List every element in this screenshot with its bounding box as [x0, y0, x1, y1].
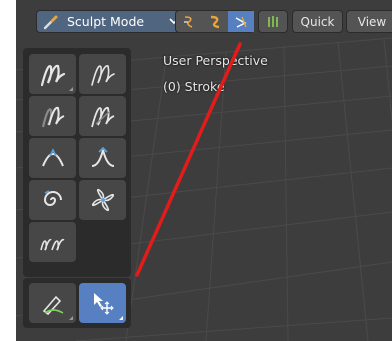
- smooth-stroke-icon: [41, 106, 64, 128]
- stroke-curve-icon: [184, 15, 193, 28]
- tool-crease[interactable]: [79, 96, 126, 136]
- pinch-icon: [41, 148, 64, 167]
- mode-label: Sculpt Mode: [67, 14, 145, 29]
- tool-draw-brush[interactable]: [29, 54, 76, 94]
- annotate-icon: [42, 295, 63, 316]
- stroke-mode-button-1[interactable]: [176, 11, 202, 32]
- multi-stroke-icon: [39, 238, 64, 251]
- tool-clay[interactable]: [79, 180, 126, 220]
- tool-multi-stroke[interactable]: [29, 222, 76, 262]
- draw-stroke-icon: [40, 64, 65, 87]
- tool-annotate[interactable]: [29, 283, 76, 323]
- tool-draw-sharp[interactable]: [79, 54, 126, 94]
- tool-shelf-bottom: [23, 278, 131, 328]
- clay-icon: [91, 188, 114, 212]
- guides-button[interactable]: [258, 10, 288, 33]
- stroke-line-icon: [210, 15, 220, 28]
- tool-pinch[interactable]: [29, 138, 76, 178]
- tool-smooth[interactable]: [29, 96, 76, 136]
- twist-icon: [43, 190, 62, 206]
- tool-variant-corner: [69, 87, 73, 91]
- tool-variant-corner: [119, 316, 123, 320]
- 3d-viewport[interactable]: Sculpt Mode Quick View User Perspective …: [16, 0, 392, 341]
- stroke-tool-group: [175, 10, 254, 33]
- perspective-label: User Perspective: [163, 53, 268, 68]
- tool-variant-corner: [69, 316, 73, 320]
- stroke-poly-icon: [235, 16, 247, 28]
- mode-dropdown[interactable]: Sculpt Mode: [36, 10, 186, 33]
- viewport-header: Sculpt Mode Quick View: [16, 0, 392, 44]
- tool-transform[interactable]: [79, 283, 126, 323]
- view-label: View: [357, 14, 387, 29]
- stroke-mode-button-2[interactable]: [202, 11, 228, 32]
- quick-label: Quick: [300, 14, 335, 29]
- grab-icon: [91, 146, 114, 167]
- sculpt-brush-icon: [43, 15, 58, 29]
- tool-grab[interactable]: [79, 138, 126, 178]
- sharp-stroke-icon: [90, 65, 115, 86]
- tool-twist[interactable]: [29, 180, 76, 220]
- crease-stroke-icon: [90, 106, 114, 128]
- stroke-mode-button-3[interactable]: [228, 11, 254, 32]
- transform-icon: [93, 293, 114, 315]
- guides-icon: [268, 15, 278, 27]
- view-menu[interactable]: View: [346, 10, 392, 33]
- object-label: (0) Stroke: [163, 79, 225, 94]
- quick-button[interactable]: Quick: [292, 10, 343, 33]
- tool-shelf: [23, 48, 131, 277]
